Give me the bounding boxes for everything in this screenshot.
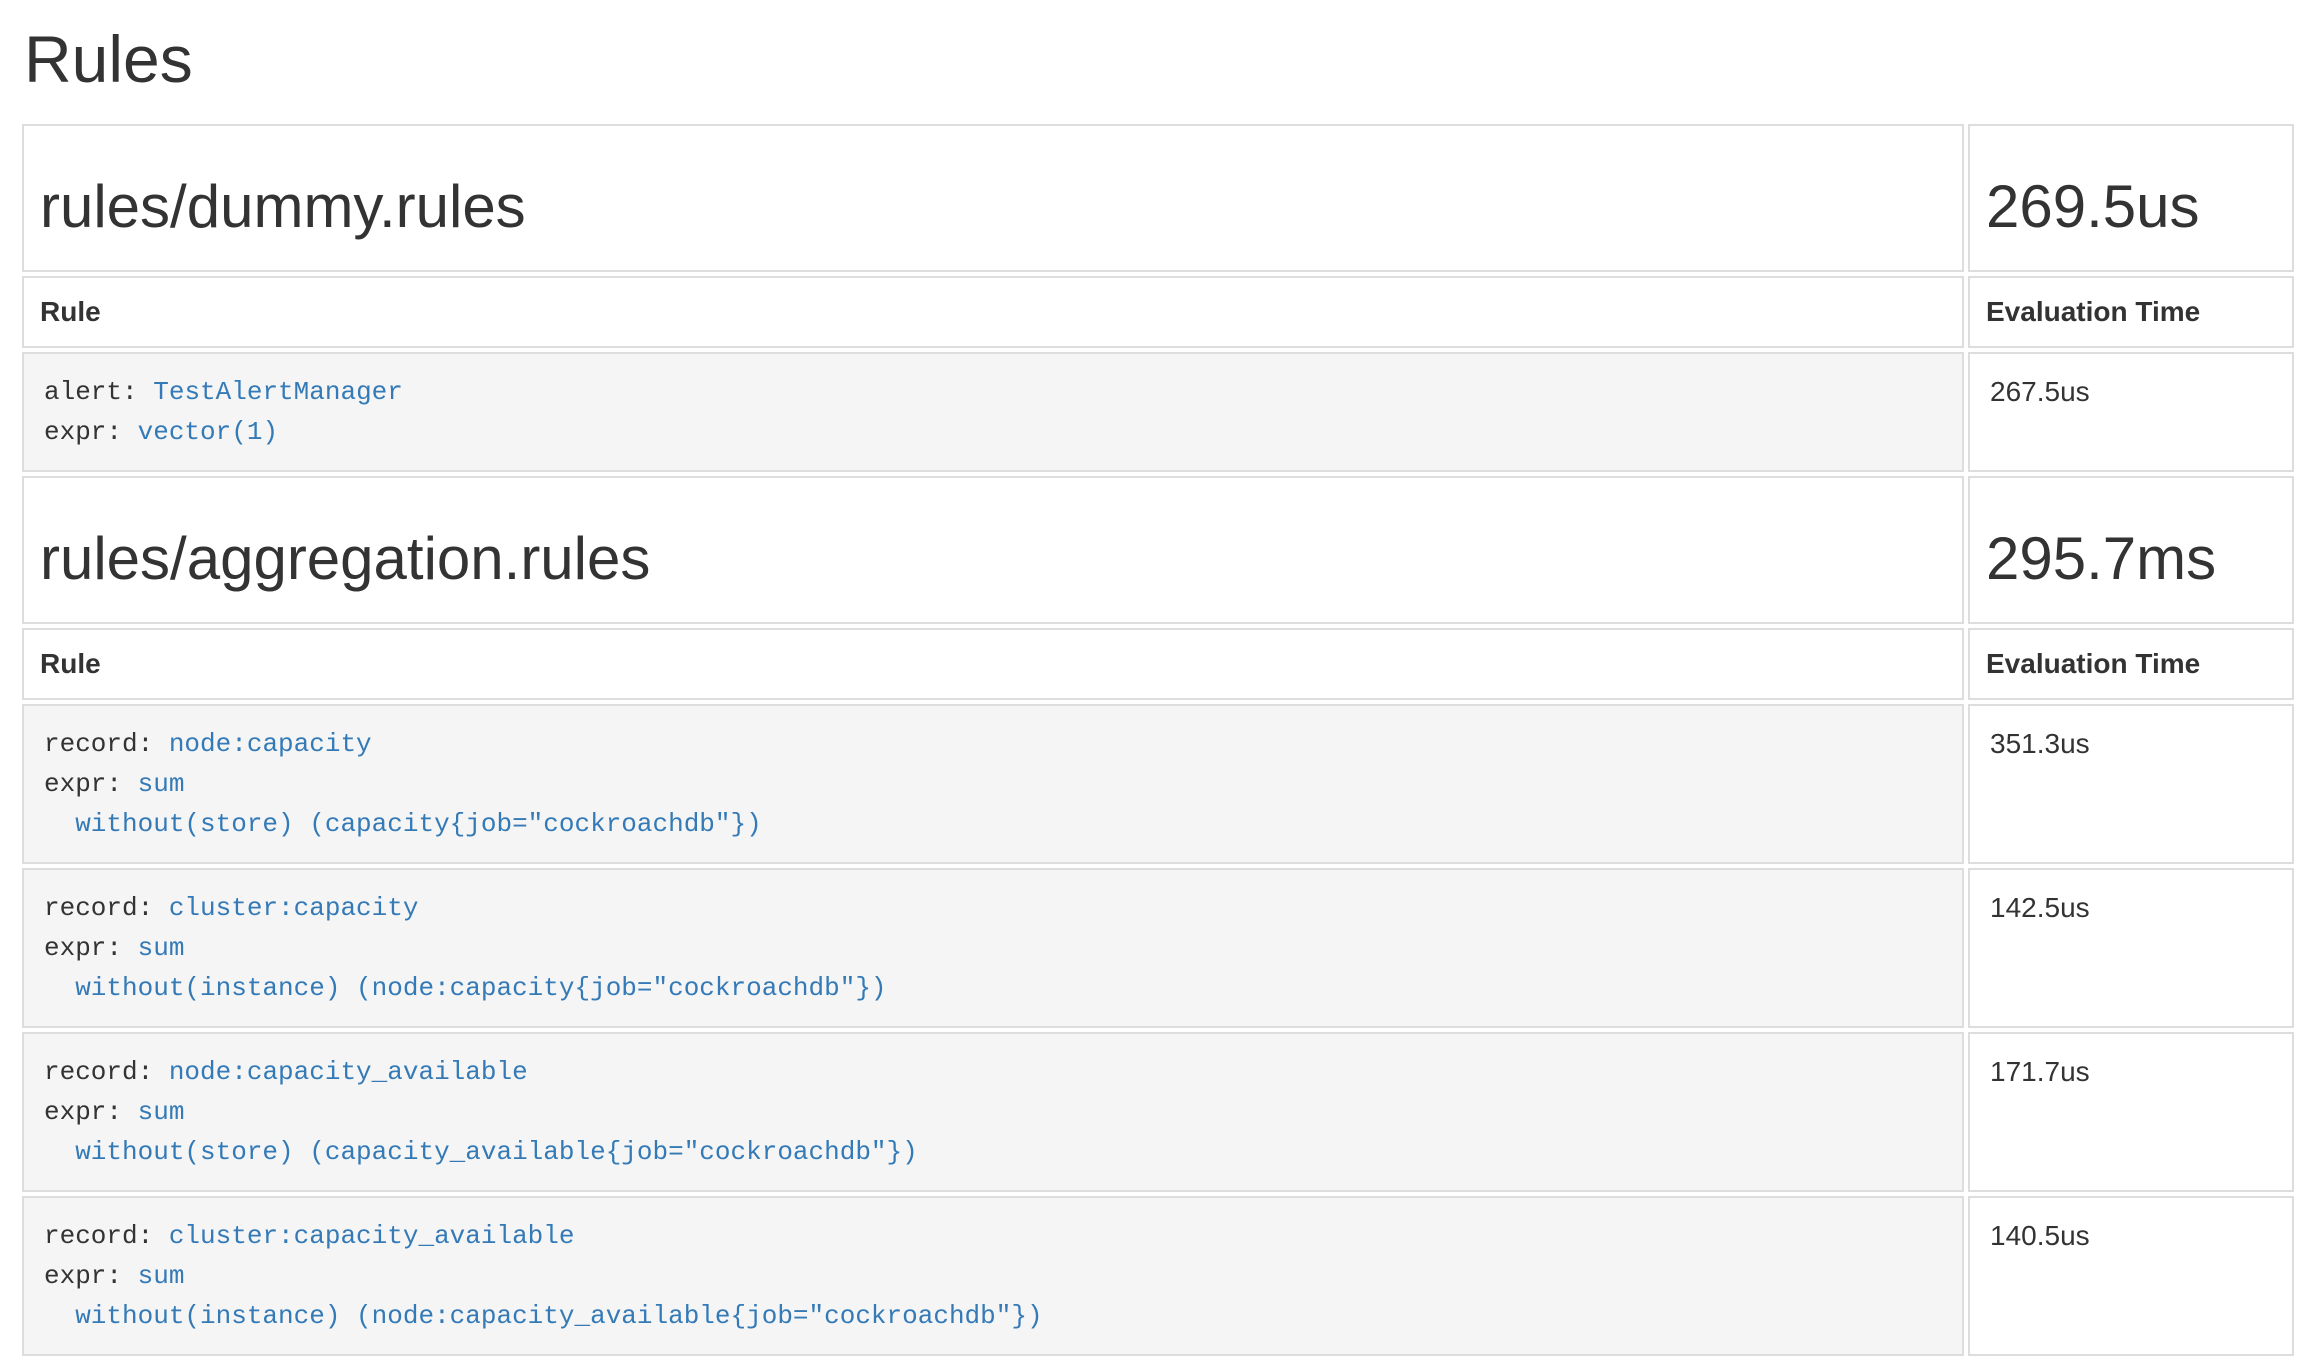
group-total-evaluation-time: 295.7ms bbox=[1986, 526, 2276, 592]
group-file-name: rules/dummy.rules bbox=[40, 174, 1946, 240]
column-header-rule: Rule bbox=[22, 276, 1964, 348]
rule-name-link[interactable]: TestAlertManager bbox=[153, 377, 403, 407]
rule-cell: record: cluster:capacity_available expr:… bbox=[22, 1196, 1964, 1356]
rule-name-link[interactable]: node:capacity bbox=[169, 729, 372, 759]
rule-kind-label: record: bbox=[44, 893, 153, 923]
rule-code: record: node:capacity_available expr: su… bbox=[44, 1052, 1942, 1172]
rule-code: record: cluster:capacity_available expr:… bbox=[44, 1216, 1942, 1336]
rules-table: rules/dummy.rules 269.5us Rule Evaluatio… bbox=[18, 120, 2298, 1360]
rule-expr-link[interactable]: vector(1) bbox=[138, 417, 278, 447]
rule-row: alert: TestAlertManager expr: vector(1) … bbox=[22, 352, 2294, 472]
group-total-evaluation-time: 269.5us bbox=[1986, 174, 2276, 240]
rule-cell: alert: TestAlertManager expr: vector(1) bbox=[22, 352, 1964, 472]
column-header-evaluation-time: Evaluation Time bbox=[1968, 628, 2294, 700]
rule-expr-link[interactable]: sum without(store) (capacity_available{j… bbox=[44, 1097, 918, 1167]
expr-label: expr: bbox=[44, 1261, 122, 1291]
rule-evaluation-time: 171.7us bbox=[1968, 1032, 2294, 1192]
group-header-row: rules/dummy.rules 269.5us bbox=[22, 124, 2294, 272]
rule-kind-label: record: bbox=[44, 729, 153, 759]
expr-label: expr: bbox=[44, 417, 122, 447]
group-total-time-cell: 295.7ms bbox=[1968, 476, 2294, 624]
expr-label: expr: bbox=[44, 769, 122, 799]
group-file-name: rules/aggregation.rules bbox=[40, 526, 1946, 592]
rule-name-link[interactable]: cluster:capacity bbox=[169, 893, 419, 923]
columns-header-row: Rule Evaluation Time bbox=[22, 276, 2294, 348]
column-header-evaluation-time: Evaluation Time bbox=[1968, 276, 2294, 348]
expr-label: expr: bbox=[44, 933, 122, 963]
rule-row: record: cluster:capacity expr: sum witho… bbox=[22, 868, 2294, 1028]
rule-evaluation-time: 140.5us bbox=[1968, 1196, 2294, 1356]
group-file-cell: rules/dummy.rules bbox=[22, 124, 1964, 272]
page-title: Rules bbox=[24, 22, 2292, 98]
rule-expr-link[interactable]: sum without(instance) (node:capacity_ava… bbox=[44, 1261, 1043, 1331]
rule-evaluation-time: 142.5us bbox=[1968, 868, 2294, 1028]
rule-expr-link[interactable]: sum without(store) (capacity{job="cockro… bbox=[44, 769, 762, 839]
rule-cell: record: node:capacity expr: sum without(… bbox=[22, 704, 1964, 864]
group-total-time-cell: 269.5us bbox=[1968, 124, 2294, 272]
rule-name-link[interactable]: node:capacity_available bbox=[169, 1057, 528, 1087]
rule-cell: record: node:capacity_available expr: su… bbox=[22, 1032, 1964, 1192]
rule-code: record: cluster:capacity expr: sum witho… bbox=[44, 888, 1942, 1008]
rule-kind-label: alert: bbox=[44, 377, 138, 407]
rule-row: record: cluster:capacity_available expr:… bbox=[22, 1196, 2294, 1356]
rule-row: record: node:capacity expr: sum without(… bbox=[22, 704, 2294, 864]
group-file-cell: rules/aggregation.rules bbox=[22, 476, 1964, 624]
rule-row: record: node:capacity_available expr: su… bbox=[22, 1032, 2294, 1192]
group-header-row: rules/aggregation.rules 295.7ms bbox=[22, 476, 2294, 624]
rule-code: alert: TestAlertManager expr: vector(1) bbox=[44, 372, 1942, 452]
rule-kind-label: record: bbox=[44, 1221, 153, 1251]
columns-header-row: Rule Evaluation Time bbox=[22, 628, 2294, 700]
expr-label: expr: bbox=[44, 1097, 122, 1127]
column-header-rule: Rule bbox=[22, 628, 1964, 700]
rule-name-link[interactable]: cluster:capacity_available bbox=[169, 1221, 575, 1251]
rule-cell: record: cluster:capacity expr: sum witho… bbox=[22, 868, 1964, 1028]
rule-evaluation-time: 267.5us bbox=[1968, 352, 2294, 472]
rule-evaluation-time: 351.3us bbox=[1968, 704, 2294, 864]
rule-expr-link[interactable]: sum without(instance) (node:capacity{job… bbox=[44, 933, 887, 1003]
rule-code: record: node:capacity expr: sum without(… bbox=[44, 724, 1942, 844]
rule-kind-label: record: bbox=[44, 1057, 153, 1087]
